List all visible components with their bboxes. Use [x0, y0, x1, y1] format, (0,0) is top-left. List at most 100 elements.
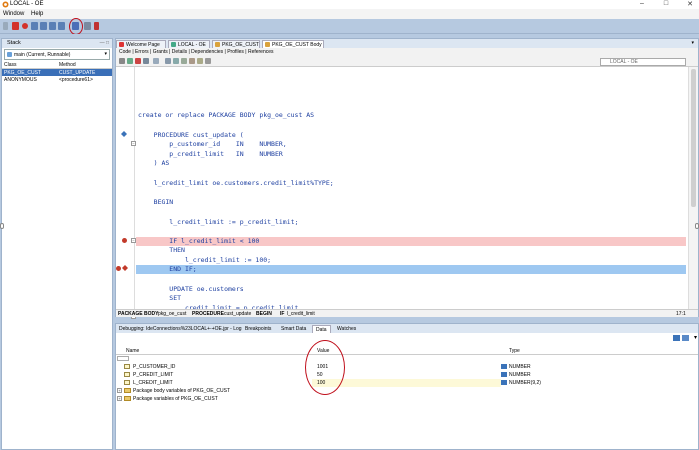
- expand-icon[interactable]: +: [117, 396, 122, 401]
- code-line: create or replace PACKAGE BODY pkg_oe_cu…: [138, 111, 315, 119]
- thread-icon: [7, 52, 12, 57]
- pin-icon[interactable]: [119, 58, 125, 64]
- tab-smart-data[interactable]: Smart Data: [278, 325, 309, 333]
- menu-icon[interactable]: ▾: [694, 334, 697, 341]
- tab-data[interactable]: Data: [312, 325, 331, 333]
- resize-handle-right[interactable]: [695, 223, 699, 229]
- pause-icon[interactable]: [84, 22, 91, 30]
- tab-list-icon[interactable]: ▾: [691, 40, 694, 46]
- folder-icon: [124, 388, 131, 393]
- filter-icon[interactable]: [117, 356, 129, 361]
- breadcrumb-kind[interactable]: BEGIN: [256, 311, 272, 317]
- compile-icon[interactable]: [143, 58, 149, 64]
- expand-icon[interactable]: +: [117, 388, 122, 393]
- stack-row[interactable]: ANONYMOUS <procedure61>: [2, 76, 112, 83]
- table-row[interactable]: P_CREDIT_LIMIT 50 NUMBER: [116, 371, 698, 379]
- close-icon[interactable]: ✕: [684, 0, 696, 8]
- tab-welcome-page[interactable]: Welcome Page: [116, 40, 166, 48]
- column-type[interactable]: Type: [509, 348, 520, 354]
- format-icon[interactable]: [165, 58, 171, 64]
- table-view-icon[interactable]: [682, 335, 689, 341]
- tab-debug-log[interactable]: Debugging: IdeConnections%23LOCAL+-+OE.j…: [116, 325, 245, 333]
- tree-row[interactable]: + Package variables of PKG_OE_CUST: [116, 395, 698, 403]
- toolbar-grip-icon: [3, 22, 8, 30]
- connection-select[interactable]: LOCAL - OE: [600, 58, 686, 66]
- pin-icon[interactable]: [94, 22, 99, 30]
- scrollbar-thumb[interactable]: [691, 69, 696, 207]
- breadcrumb-name[interactable]: cust_update: [224, 311, 251, 317]
- breadcrumb-kind[interactable]: PACKAGE BODY: [118, 311, 158, 317]
- column-name[interactable]: Name: [126, 348, 139, 354]
- step-to-end-icon[interactable]: [58, 22, 65, 30]
- package-icon: [215, 42, 220, 47]
- code-line: l_credit_limit := 100;: [138, 256, 272, 264]
- code-line: SET: [138, 294, 182, 302]
- step-over-icon[interactable]: [31, 22, 38, 30]
- terminate-icon[interactable]: [12, 22, 19, 30]
- code-line-current: END IF;: [136, 265, 686, 274]
- thread-label: main (Current, Runnable): [14, 52, 71, 58]
- tab-breakpoints[interactable]: Breakpoints: [242, 325, 274, 333]
- debug-icon[interactable]: [135, 58, 141, 64]
- step-into-icon[interactable]: [40, 22, 47, 30]
- package-body-icon: [265, 42, 270, 47]
- run-icon[interactable]: [127, 58, 133, 64]
- column-class[interactable]: Class: [4, 62, 17, 68]
- editor-scrollbar[interactable]: [688, 67, 698, 309]
- step-out-icon[interactable]: [49, 22, 56, 30]
- code-line: ) AS: [138, 159, 170, 167]
- uncomment-icon[interactable]: [197, 58, 203, 64]
- code-line: THEN: [138, 246, 185, 254]
- menu-help[interactable]: Help: [31, 11, 43, 17]
- breadcrumb-name[interactable]: pkg_oe_cust: [158, 311, 186, 317]
- comment-icon[interactable]: [189, 58, 195, 64]
- minimize-icon[interactable]: –: [636, 0, 648, 7]
- chevron-down-icon: ▾: [104, 51, 107, 57]
- breadcrumb-kind[interactable]: PROCEDURE: [192, 311, 224, 317]
- breakpoint-icon[interactable]: [122, 238, 127, 243]
- column-method[interactable]: Method: [59, 62, 76, 68]
- find-icon[interactable]: [153, 58, 159, 64]
- code-line-breakpoint: IF l_credit_limit < 100: [136, 237, 686, 246]
- stack-row[interactable]: PKG_OE_CUST CUST_UPDATE: [2, 69, 112, 76]
- resize-handle-left[interactable]: [0, 223, 4, 229]
- tab-watches[interactable]: Watches: [334, 325, 359, 333]
- type-icon: [501, 372, 507, 377]
- filter-row[interactable]: [116, 355, 698, 363]
- tab-local-oe[interactable]: LOCAL - OE: [168, 40, 210, 48]
- variable-type: NUMBER: [509, 364, 531, 370]
- type-icon: [501, 380, 507, 385]
- panel-controls-icon[interactable]: — □: [100, 40, 109, 46]
- toggle-icon[interactable]: [173, 58, 179, 64]
- stack-columns: Class Method: [2, 61, 112, 69]
- thread-selector[interactable]: main (Current, Runnable) ▾: [4, 49, 110, 60]
- app-icon: [2, 1, 9, 8]
- table-row[interactable]: P_CUSTOMER_ID 1001 NUMBER: [116, 363, 698, 371]
- editor-gutter[interactable]: [116, 67, 135, 309]
- code-editor-panel: Welcome Page LOCAL - OE PKG_OE_CUST PKG_…: [115, 38, 699, 319]
- tab-pkg-oe-cust[interactable]: PKG_OE_CUST: [212, 40, 260, 48]
- debug-tabs: Debugging: IdeConnections%23LOCAL+-+OE.j…: [116, 324, 698, 333]
- breadcrumb-kind[interactable]: IF: [280, 311, 284, 317]
- menu-window[interactable]: Window: [3, 11, 24, 17]
- variable-name: P_CREDIT_LIMIT: [133, 372, 174, 378]
- maximize-icon[interactable]: □: [660, 0, 672, 7]
- data-column-headers: Name Value Type: [116, 347, 698, 355]
- more-icon[interactable]: [205, 58, 211, 64]
- breakpoint-icon[interactable]: [116, 266, 121, 271]
- code-area[interactable]: − − − create or replace PACKAGE BODY pkg…: [116, 67, 698, 319]
- data-toolbar: ▾: [116, 333, 698, 343]
- breadcrumb-name[interactable]: l_credit_limit: [287, 311, 315, 317]
- breakpoint-icon[interactable]: [22, 23, 28, 29]
- editor-toolbar: LOCAL - OE: [116, 56, 698, 67]
- highlight-circle-toolbar: [69, 18, 83, 35]
- type-icon: [501, 364, 507, 369]
- columns-icon[interactable]: [673, 335, 680, 341]
- debug-data-panel: Debugging: IdeConnections%23LOCAL+-+OE.j…: [115, 323, 699, 450]
- editor-subtabs[interactable]: Code | Errors | Grants | Details | Depen…: [116, 48, 698, 56]
- table-row[interactable]: L_CREDIT_LIMIT 100 NUMBER(9,2): [116, 379, 698, 387]
- tree-row[interactable]: + Package body variables of PKG_OE_CUST: [116, 387, 698, 395]
- bookmark-icon[interactable]: [181, 58, 187, 64]
- tab-pkg-oe-cust-body[interactable]: PKG_OE_CUST Body: [262, 40, 324, 48]
- window-title: LOCAL - OE: [10, 1, 44, 7]
